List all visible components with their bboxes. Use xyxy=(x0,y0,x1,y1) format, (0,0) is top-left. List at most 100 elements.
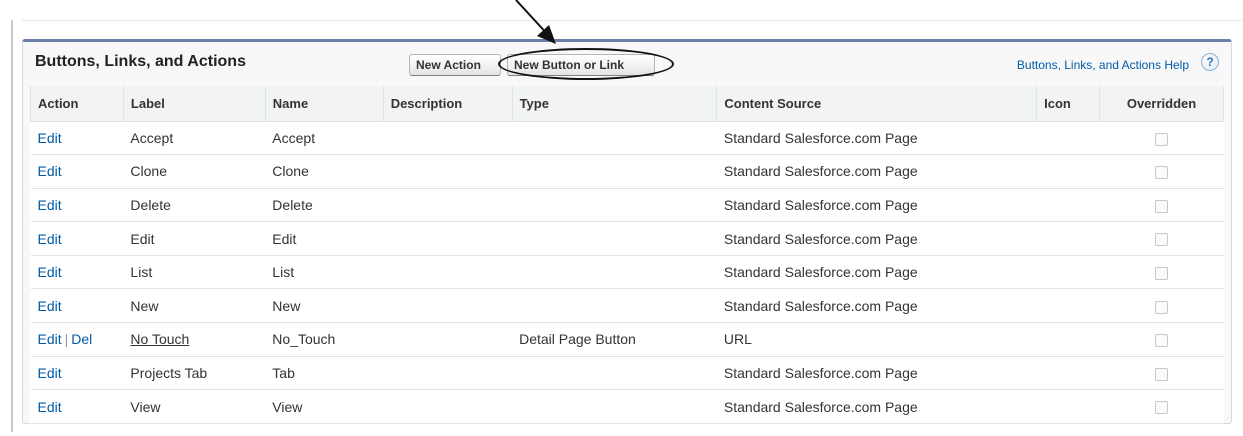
description-cell xyxy=(383,288,513,324)
label-text: Projects Tab xyxy=(130,364,208,381)
edit-link[interactable]: Edit xyxy=(38,399,62,415)
edit-link[interactable]: Edit xyxy=(38,231,62,247)
label-text: New xyxy=(130,297,159,314)
column-header-description: Description xyxy=(382,86,513,122)
column-header-name: Name xyxy=(264,86,384,122)
overridden-cell xyxy=(1099,221,1224,256)
icon-cell xyxy=(1036,221,1100,256)
name-cell: Delete xyxy=(265,188,384,223)
overridden-checkbox xyxy=(1155,266,1169,280)
delete-link[interactable]: Del xyxy=(71,331,92,347)
type-cell xyxy=(512,221,717,256)
label-cell: New xyxy=(123,288,266,324)
action-cell: Edit xyxy=(30,121,124,156)
overridden-cell xyxy=(1099,121,1224,156)
overridden-checkbox xyxy=(1155,166,1169,180)
icon-cell xyxy=(1036,188,1100,223)
column-header-type: Type xyxy=(511,86,718,122)
table-header-row: Action Label Name Description Type Conte… xyxy=(30,86,1224,122)
action-cell: Edit xyxy=(30,154,124,189)
icon-cell xyxy=(1036,154,1100,189)
icon-cell xyxy=(1036,322,1100,357)
table-row: Edit Clone Clone Standard Salesforce.com Pa… xyxy=(30,154,1224,189)
column-header-overridden: Overridden xyxy=(1099,86,1224,122)
action-cell: Edit | Del xyxy=(30,322,124,357)
action-cell: Edit xyxy=(30,255,124,290)
action-cell: Edit xyxy=(30,288,124,324)
type-cell xyxy=(512,121,717,156)
content-source-cell: Standard Salesforce.com Page xyxy=(716,221,1037,256)
overridden-checkbox xyxy=(1155,132,1169,146)
column-header-label: Label xyxy=(122,86,266,122)
label-text: Delete xyxy=(130,196,171,213)
icon-cell xyxy=(1036,288,1100,324)
name-cell: Edit xyxy=(265,221,384,256)
name-cell: New xyxy=(265,288,384,324)
overridden-checkbox xyxy=(1155,401,1169,415)
overridden-checkbox xyxy=(1155,367,1169,381)
label-text: Clone xyxy=(130,163,168,180)
action-separator: | xyxy=(64,331,69,348)
edit-link[interactable]: Edit xyxy=(38,365,62,381)
new-button-or-link-button[interactable]: New Button or Link xyxy=(507,54,655,76)
content-source-cell: URL xyxy=(716,322,1037,357)
type-cell xyxy=(512,188,717,223)
icon-cell xyxy=(1036,389,1100,424)
label-text: List xyxy=(130,264,153,281)
label-cell: View xyxy=(123,389,266,424)
table-row: Edit Delete Delete Standard Salesforce.com … xyxy=(30,188,1224,223)
label-cell: Edit xyxy=(123,221,266,256)
type-cell xyxy=(512,154,717,189)
label-text: Edit xyxy=(130,230,155,247)
content-source-cell: Standard Salesforce.com Page xyxy=(716,188,1037,223)
name-cell: Accept xyxy=(265,121,384,156)
edit-link[interactable]: Edit xyxy=(38,264,62,280)
description-cell xyxy=(383,154,513,189)
related-list-panel: Buttons, Links, and Actions New Action N… xyxy=(22,39,1232,424)
label-cell: Delete xyxy=(123,188,266,223)
table-row: Edit Edit Edit Standard Salesforce.com Page xyxy=(30,221,1224,256)
type-cell xyxy=(512,288,717,324)
content-source-cell: Standard Salesforce.com Page xyxy=(716,121,1037,156)
edit-link[interactable]: Edit xyxy=(38,163,62,179)
overridden-cell xyxy=(1099,255,1224,290)
action-cell: Edit xyxy=(30,389,124,424)
page-top-divider xyxy=(22,20,1243,21)
name-cell: No_Touch xyxy=(265,322,384,357)
action-cell: Edit xyxy=(30,356,124,391)
action-cell: Edit xyxy=(30,188,124,223)
overridden-checkbox xyxy=(1155,199,1169,213)
description-cell xyxy=(383,356,513,391)
label-cell: Clone xyxy=(123,154,266,189)
type-cell: Detail Page Button xyxy=(512,322,717,357)
label-cell: List xyxy=(123,255,266,290)
icon-cell xyxy=(1036,255,1100,290)
description-cell xyxy=(383,188,513,223)
edit-link[interactable]: Edit xyxy=(38,130,62,146)
edit-link[interactable]: Edit xyxy=(38,197,62,213)
content-source-cell: Standard Salesforce.com Page xyxy=(716,389,1037,424)
name-cell: Clone xyxy=(265,154,384,189)
type-cell xyxy=(512,255,717,290)
label-link[interactable]: No Touch xyxy=(130,331,189,347)
type-cell xyxy=(512,356,717,391)
name-cell: Tab xyxy=(265,356,384,391)
edit-link[interactable]: Edit xyxy=(38,298,62,314)
overridden-cell xyxy=(1099,154,1224,189)
column-header-action: Action xyxy=(30,86,124,122)
overridden-cell xyxy=(1099,356,1224,391)
icon-cell xyxy=(1036,356,1100,391)
content-source-cell: Standard Salesforce.com Page xyxy=(716,154,1037,189)
column-header-icon: Icon xyxy=(1036,86,1101,122)
overridden-cell xyxy=(1099,188,1224,223)
help-icon[interactable]: ? xyxy=(1201,53,1219,71)
content-source-cell: Standard Salesforce.com Page xyxy=(716,288,1037,324)
description-cell xyxy=(383,221,513,256)
overridden-checkbox xyxy=(1155,233,1169,247)
table-body: Edit Accept Accept Standard Salesforce.com … xyxy=(30,121,1224,424)
page-left-border xyxy=(11,20,13,432)
new-action-button[interactable]: New Action xyxy=(409,54,501,76)
help-link[interactable]: Buttons, Links, and Actions Help xyxy=(1017,58,1189,72)
edit-link[interactable]: Edit xyxy=(38,331,62,347)
label-cell: No Touch xyxy=(123,322,266,357)
